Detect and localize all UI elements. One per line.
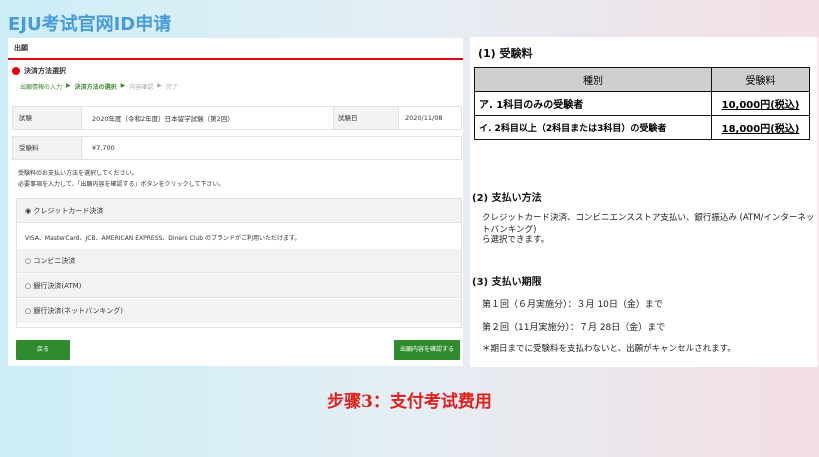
payment-screenshot: 出願 決済方法選択 出願情報の入力 ▶ 決済方法の選択 ▶ 内容確認 ▶ 完了 … [8,38,463,366]
method-heading: (2) 支払い方法 [472,193,542,204]
radio-selected-icon[interactable]: ◉ [25,207,31,215]
row-fee: 10,000円(税込) [711,91,810,116]
method-text: クレジットカード決済、コンビニエンスストア支払い、銀行振込み (ATM/インター… [482,213,815,235]
step-confirm: 内容確認 [129,84,154,91]
back-button[interactable]: 戻る [16,340,70,360]
payment-options: ◉ クレジットカード決済 VISA、MasterCard、JCB、AMERICA… [16,198,462,328]
slide-title: EJU考试官网ID申请 [8,14,172,35]
fee-heading: (1) 受験料 [478,47,533,60]
exam-row: 試験 2020年度（令和2年度）日本留学試験（第2回） 試験日 2020/11/… [12,106,462,130]
radio-icon[interactable]: ○ [25,257,31,265]
fee-row: 受験料 ¥7,700 [12,136,462,160]
section-title-text: 決済方法選択 [24,67,66,75]
page-header: 出願 [8,38,463,60]
step-arrow-icon: ▶ [157,82,162,89]
option-label: クレジットカード決済 [33,207,104,215]
option-credit-card[interactable]: ◉ クレジットカード決済 [17,199,461,223]
exam-value: 2020年度（令和2年度）日本留学試験（第2回） [92,115,234,123]
table-header-type: 種別 [474,67,712,92]
option-net-banking[interactable]: ○ 銀行決済(ネットバンキング) [17,299,461,323]
option-label: コンビニ決済 [33,257,76,265]
radio-icon[interactable]: ○ [25,307,31,315]
option-label: 銀行決済(ATM) [33,282,82,290]
option-bank-atm[interactable]: ○ 銀行決済(ATM) [17,274,461,298]
step-payment: 決済方法の選択 [74,84,117,91]
deadline-second: 第２回（11月実施分）：７月 28日（金）まで [482,323,666,333]
bullet-icon [12,67,20,75]
table-header-fee: 受験料 [711,67,810,92]
row-label: イ. 2科目以上（2科目または3科目）の受験者 [474,115,712,140]
table-row: ア. 1科目のみの受験者 10,000円(税込) [474,91,810,116]
exam-label: 試験 [13,107,82,129]
exam-date-label: 試験日 [333,107,399,129]
step-arrow-icon: ▶ [66,82,71,89]
deadline-note: ＊期日までに受験料を支払わないと、出願がキャンセルされます。 [482,344,736,354]
row-fee: 18,000円(税込) [711,115,810,140]
table-row: イ. 2科目以上（2科目または3科目）の受験者 18,000円(税込) [474,115,810,140]
step-caption: 步骤3：支付考试费用 [327,392,492,412]
fee-value: ¥7,700 [92,144,115,152]
fee-table: 種別 受験料 ア. 1科目のみの受験者 10,000円(税込) イ. 2科目以上… [474,67,810,140]
step-complete: 完了 [165,84,178,91]
instruction-text: 受験料のお支払い方法を選択してください。 [18,170,138,177]
method-text-2: ら選択できます。 [482,235,550,245]
card-brands-text: VISA、MasterCard、JCB、AMERICAN EXPRESS、Din… [25,235,301,242]
step-input: 出願情報の入力 [20,84,63,91]
option-convenience-store[interactable]: ○ コンビニ決済 [17,249,461,273]
progress-steps: 出願情報の入力 ▶ 決済方法の選択 ▶ 内容確認 ▶ 完了 [20,82,178,91]
row-label: ア. 1科目のみの受験者 [474,91,712,116]
step-arrow-icon: ▶ [120,82,126,89]
deadline-heading: (3) 支払い期限 [472,277,542,288]
fee-document: (1) 受験料 種別 受験料 ア. 1科目のみの受験者 10,000円(税込) … [470,37,818,367]
radio-icon[interactable]: ○ [25,282,31,290]
section-title: 決済方法選択 [12,66,66,76]
exam-date-value: 2020/11/08 [405,114,443,122]
option-label: 銀行決済(ネットバンキング) [33,307,123,315]
instruction-text-2: 必要事項を入力して、「出願内容を確認する」ボタンをクリックして下さい。 [18,181,225,188]
confirm-button[interactable]: 出願内容を確認する [394,340,460,360]
deadline-first: 第１回（６月実施分）：３月 10日（金）まで [482,300,663,310]
fee-label: 受験料 [13,137,82,159]
